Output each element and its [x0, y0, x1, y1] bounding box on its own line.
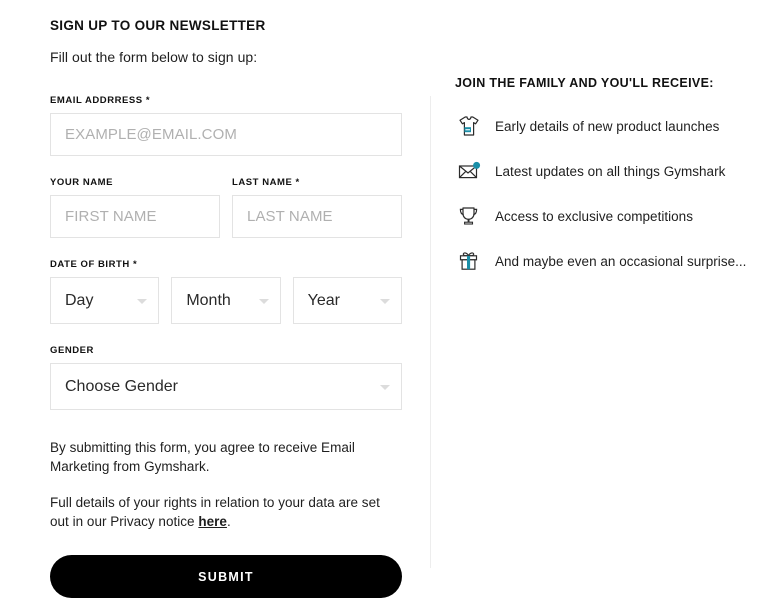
list-item: Early details of new product launches	[455, 112, 755, 140]
gender-value: Choose Gender	[65, 377, 178, 395]
trophy-icon	[455, 202, 483, 230]
dob-month-wrap: Month	[171, 277, 281, 324]
submit-button[interactable]: SUBMIT	[50, 555, 402, 598]
first-name-field-block: YOUR NAME	[50, 177, 220, 238]
gender-field-block: GENDER Choose Gender	[50, 345, 402, 410]
dob-month-value: Month	[186, 291, 231, 309]
email-input[interactable]	[50, 113, 402, 156]
newsletter-signup-page: SIGN UP TO OUR NEWSLETTER Fill out the f…	[0, 0, 768, 598]
benefit-label: Access to exclusive competitions	[495, 208, 693, 224]
last-name-label: LAST NAME *	[232, 177, 300, 188]
gender-label: GENDER	[50, 345, 94, 356]
envelope-notification-icon	[455, 157, 483, 185]
dob-year-value: Year	[307, 291, 340, 309]
list-item: Latest updates on all things Gymshark	[455, 157, 755, 185]
dob-day-value: Day	[65, 291, 94, 309]
dob-day-select[interactable]: Day	[50, 277, 160, 324]
list-item: And maybe even an occasional surprise...	[455, 247, 755, 275]
dob-field-block: DATE OF BIRTH * Day Month Year	[50, 259, 402, 324]
form-subtitle: Fill out the form below to sign up:	[50, 49, 258, 65]
legal-privacy-text: Full details of your rights in relation …	[50, 493, 402, 531]
dob-label: DATE OF BIRTH *	[50, 259, 138, 270]
dob-month-select[interactable]: Month	[171, 277, 281, 324]
page-title: SIGN UP TO OUR NEWSLETTER	[50, 18, 266, 33]
list-item: Access to exclusive competitions	[455, 202, 755, 230]
first-name-input[interactable]	[50, 195, 220, 238]
benefits-title: JOIN THE FAMILY AND YOU'LL RECEIVE:	[455, 76, 714, 90]
gender-select[interactable]: Choose Gender	[50, 363, 402, 410]
name-fields-row: YOUR NAME LAST NAME *	[50, 177, 402, 238]
benefit-label: Latest updates on all things Gymshark	[495, 163, 726, 179]
gift-icon	[455, 247, 483, 275]
email-field-block: EMAIL ADDRRESS *	[50, 95, 402, 156]
dob-day-wrap: Day	[50, 277, 160, 324]
dob-year-wrap: Year	[292, 277, 402, 324]
legal-privacy-text-after: .	[226, 514, 231, 529]
column-divider	[430, 96, 431, 568]
last-name-input[interactable]	[232, 195, 402, 238]
benefit-label: And maybe even an occasional surprise...	[495, 253, 747, 269]
dob-selects-row: Day Month Year	[50, 277, 402, 324]
tshirt-icon	[455, 112, 483, 140]
benefit-label: Early details of new product launches	[495, 118, 720, 134]
privacy-notice-link[interactable]: here	[198, 514, 227, 529]
signup-form: SIGN UP TO OUR NEWSLETTER Fill out the f…	[50, 18, 402, 598]
last-name-field-block: LAST NAME *	[232, 177, 402, 238]
dob-year-select[interactable]: Year	[292, 277, 402, 324]
first-name-label: YOUR NAME	[50, 177, 114, 188]
email-label: EMAIL ADDRRESS *	[50, 95, 151, 106]
legal-marketing-text: By submitting this form, you agree to re…	[50, 440, 355, 474]
benefits-panel: JOIN THE FAMILY AND YOU'LL RECEIVE: Earl…	[455, 76, 755, 292]
